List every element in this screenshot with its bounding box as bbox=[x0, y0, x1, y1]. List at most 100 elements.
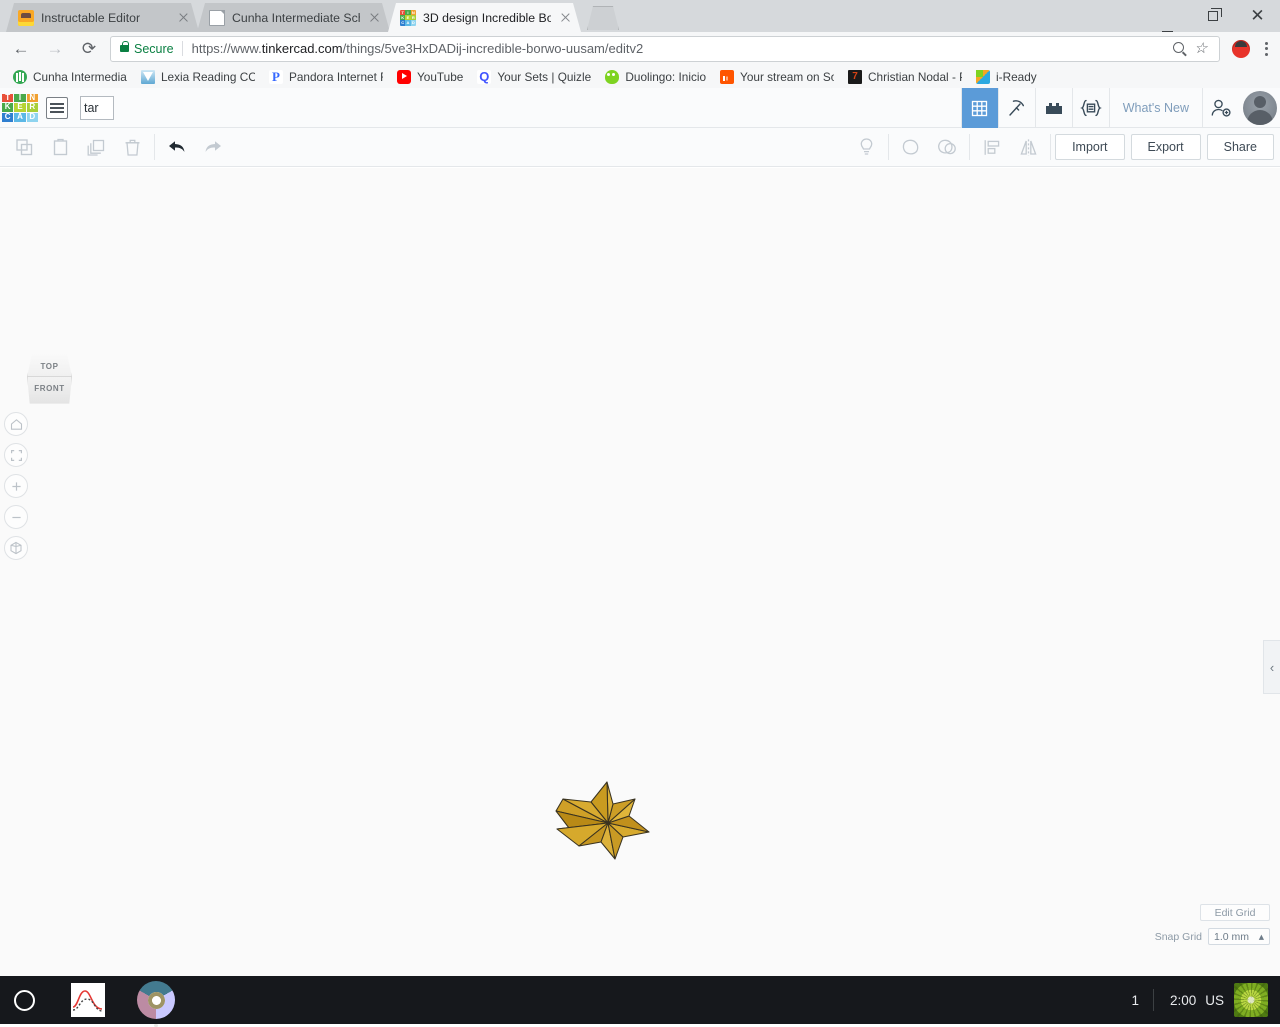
pickaxe-icon[interactable] bbox=[998, 88, 1035, 128]
fit-to-view-icon[interactable] bbox=[4, 443, 28, 467]
bookmark-item[interactable]: PPandora Internet Rad bbox=[262, 67, 390, 87]
reload-button[interactable]: ⟳ bbox=[72, 35, 106, 63]
bookmark-item[interactable]: i-Ready bbox=[969, 67, 1044, 87]
tab-title: 3D design Incredible Bor bbox=[423, 11, 551, 25]
nodal-icon: 7 bbox=[848, 70, 862, 84]
mirror-icon[interactable] bbox=[1010, 128, 1046, 166]
bookmarks-bar: Cunha Intermediate S Lexia Reading CORE5… bbox=[0, 65, 1280, 89]
design-name-input[interactable]: tar bbox=[80, 96, 114, 120]
toolbar-divider bbox=[154, 134, 155, 160]
bookmark-item[interactable]: Your stream on Soun bbox=[713, 67, 841, 87]
snap-grid-label: Snap Grid bbox=[1155, 931, 1202, 943]
close-tab-icon[interactable] bbox=[176, 10, 191, 25]
new-tab-button[interactable] bbox=[587, 6, 619, 30]
bookmark-item[interactable]: QYour Sets | Quizlet bbox=[470, 67, 598, 87]
delete-icon[interactable] bbox=[114, 128, 150, 166]
clock: 2:00 bbox=[1170, 993, 1196, 1008]
bookmark-label: i-Ready bbox=[996, 70, 1037, 84]
close-window-button[interactable]: ✕ bbox=[1235, 0, 1280, 32]
soundcloud-icon bbox=[720, 70, 734, 84]
ungroup-icon[interactable] bbox=[929, 128, 965, 166]
share-button[interactable]: Share bbox=[1207, 134, 1274, 160]
url-host: tinkercad.com bbox=[262, 41, 343, 56]
maximize-button[interactable] bbox=[1190, 0, 1235, 32]
bookmark-item[interactable]: Cunha Intermediate S bbox=[6, 67, 134, 87]
edit-grid-button[interactable]: Edit Grid bbox=[1200, 904, 1270, 921]
chrome-app-icon[interactable] bbox=[137, 981, 175, 1019]
navigation-toolbar: ← → ⟳ Secure https://www.tinkercad.com/t… bbox=[0, 32, 1280, 65]
minimize-button[interactable] bbox=[1145, 0, 1190, 32]
home-view-icon[interactable] bbox=[4, 412, 28, 436]
view-cube-front-face[interactable]: FRONT bbox=[27, 376, 72, 406]
export-button[interactable]: Export bbox=[1131, 134, 1201, 160]
forward-button[interactable]: → bbox=[38, 35, 72, 63]
zoom-in-icon[interactable] bbox=[4, 474, 28, 498]
zoom-out-icon[interactable] bbox=[4, 505, 28, 529]
tab-strip: Instructable Editor Cunha Intermediate S… bbox=[0, 0, 1280, 32]
bookmark-item[interactable]: Lexia Reading CORE5 bbox=[134, 67, 262, 87]
3d-canvas[interactable]: TOP FRONT bbox=[0, 168, 1280, 976]
status-tray[interactable]: 2:00 US bbox=[1154, 993, 1234, 1008]
lexia-icon bbox=[141, 70, 155, 84]
duplicate-icon[interactable] bbox=[78, 128, 114, 166]
launcher-icon[interactable] bbox=[14, 990, 35, 1011]
snap-grid-control: Snap Grid 1.0 mm ▴ bbox=[1155, 928, 1270, 945]
paste-icon[interactable] bbox=[42, 128, 78, 166]
browser-tab[interactable]: Instructable Editor bbox=[6, 3, 199, 32]
undo-icon[interactable] bbox=[159, 128, 195, 166]
security-label: Secure bbox=[134, 42, 174, 56]
close-tab-icon[interactable] bbox=[367, 10, 382, 25]
tab-title: Cunha Intermediate Sch bbox=[232, 11, 360, 25]
instructables-icon bbox=[18, 10, 34, 26]
bookmark-item[interactable]: 7 Christian Nodal - Pro bbox=[841, 67, 969, 87]
codeblocks-icon[interactable] bbox=[1072, 88, 1109, 128]
view-cube[interactable]: TOP FRONT bbox=[22, 350, 77, 408]
youtube-icon bbox=[397, 70, 411, 84]
close-tab-icon[interactable] bbox=[558, 10, 573, 25]
duolingo-icon bbox=[605, 70, 619, 84]
panel-collapse-handle[interactable]: ‹ bbox=[1263, 640, 1280, 694]
redo-icon[interactable] bbox=[195, 128, 231, 166]
bookmark-label: Christian Nodal - Pro bbox=[868, 70, 962, 84]
address-bar[interactable]: Secure https://www.tinkercad.com/things/… bbox=[110, 36, 1220, 62]
add-person-icon[interactable] bbox=[1202, 88, 1239, 128]
search-icon[interactable] bbox=[1169, 38, 1191, 60]
back-button[interactable]: ← bbox=[4, 35, 38, 63]
bookmark-label: Lexia Reading CORE5 bbox=[161, 70, 255, 84]
star-icon[interactable]: ☆ bbox=[1191, 38, 1213, 60]
perspective-toggle-icon[interactable] bbox=[4, 536, 28, 560]
whats-new-link[interactable]: What's New bbox=[1109, 88, 1202, 128]
grid-workplane-icon[interactable] bbox=[961, 88, 998, 128]
tab-title: Instructable Editor bbox=[41, 11, 169, 25]
group-icon[interactable] bbox=[893, 128, 929, 166]
star-solid[interactable] bbox=[553, 780, 653, 862]
chrome-menu-button[interactable] bbox=[1256, 42, 1276, 56]
blocks-icon[interactable] bbox=[1035, 88, 1072, 128]
bookmark-label: Your stream on Soun bbox=[740, 70, 834, 84]
tinkercad-logo-icon[interactable]: TIN KER CAD bbox=[2, 94, 38, 122]
lock-icon bbox=[120, 45, 129, 52]
snap-grid-select[interactable]: 1.0 mm ▴ bbox=[1208, 928, 1270, 945]
view-cube-top-face[interactable]: TOP bbox=[27, 350, 72, 377]
caret-up-icon: ▴ bbox=[1259, 931, 1264, 943]
iready-icon bbox=[976, 70, 990, 84]
designs-list-icon[interactable] bbox=[46, 97, 68, 119]
browser-window: Instructable Editor Cunha Intermediate S… bbox=[0, 0, 1280, 976]
bookmark-item[interactable]: Duolingo: Inicio bbox=[598, 67, 713, 87]
import-button[interactable]: Import bbox=[1055, 134, 1124, 160]
graph-app-icon[interactable] bbox=[71, 983, 105, 1017]
profile-avatar[interactable] bbox=[1232, 40, 1250, 58]
bookmark-label: Duolingo: Inicio bbox=[625, 70, 706, 84]
copy-icon[interactable] bbox=[6, 128, 42, 166]
browser-tab[interactable]: Cunha Intermediate Sch bbox=[197, 3, 390, 32]
notification-count[interactable]: 1 bbox=[1117, 993, 1153, 1008]
quizlet-icon: Q bbox=[477, 70, 491, 84]
lightbulb-icon[interactable] bbox=[848, 128, 884, 166]
align-icon[interactable] bbox=[974, 128, 1010, 166]
bookmark-item[interactable]: YouTube bbox=[390, 67, 470, 87]
url-text: https://www.tinkercad.com/things/5ve3HxD… bbox=[192, 41, 1169, 56]
keyboard-layout: US bbox=[1205, 993, 1224, 1008]
kiwi-avatar[interactable] bbox=[1234, 983, 1268, 1017]
user-avatar[interactable] bbox=[1243, 91, 1277, 125]
browser-tab-active[interactable]: TINKERCAD 3D design Incredible Bor bbox=[388, 3, 581, 32]
